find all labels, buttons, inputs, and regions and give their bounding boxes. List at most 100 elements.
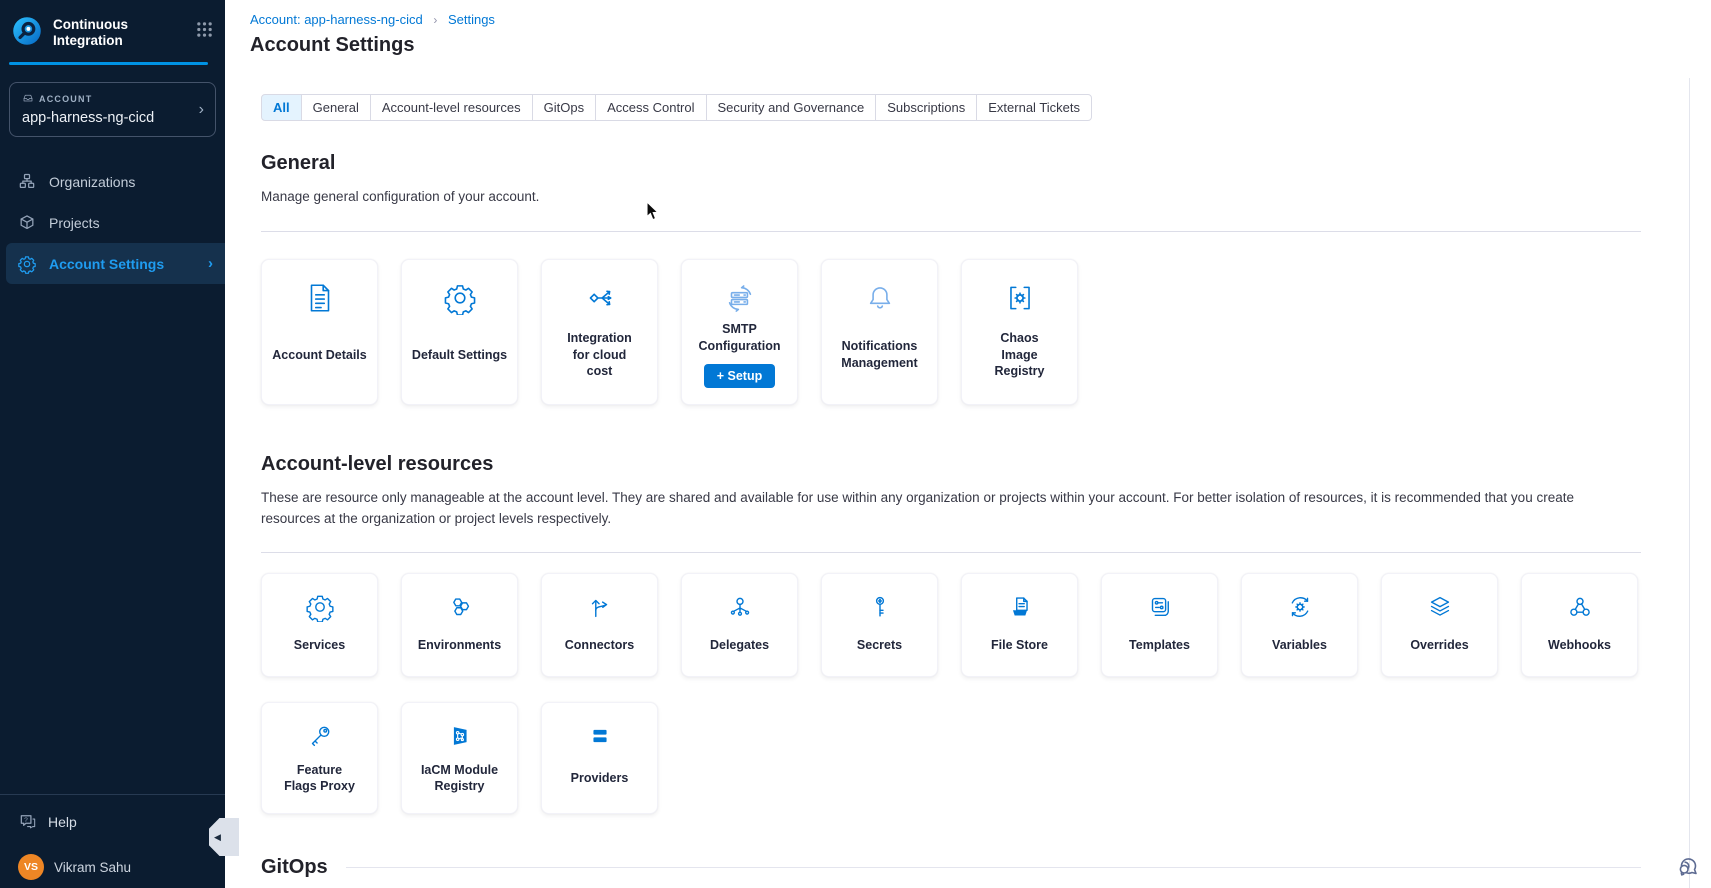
card-label: SMTP Configuration	[692, 321, 788, 354]
card-default-settings[interactable]: Default Settings	[401, 259, 518, 405]
page-header: Account: app-harness-ng-cicd › Settings …	[225, 0, 1711, 57]
card-label: Providers	[571, 770, 629, 787]
chevron-right-icon: ›	[208, 255, 213, 272]
card-providers[interactable]: Providers	[541, 702, 658, 814]
chevron-left-icon: ◀	[214, 832, 221, 843]
help-label: Help	[48, 814, 77, 830]
account-selector[interactable]: ACCOUNT app-harness-ng-cicd ›	[9, 82, 216, 137]
document-icon	[303, 281, 337, 315]
template-stack-icon	[1145, 591, 1175, 623]
sidebar-header: Continuous Integration	[0, 0, 225, 49]
gear-cycle-icon	[1285, 591, 1315, 623]
chat-bubble-icon	[1676, 853, 1703, 880]
sidebar-item-projects[interactable]: Projects	[0, 202, 225, 243]
card-label: Notifications Management	[832, 338, 928, 371]
breadcrumb: Account: app-harness-ng-cicd › Settings	[250, 12, 1687, 27]
smtp-server-icon	[723, 281, 757, 315]
sidebar-nav: Organizations Projects Account Settings …	[0, 161, 225, 284]
gear-icon	[305, 591, 335, 623]
card-label: Variables	[1272, 637, 1327, 654]
card-chaos-image-registry[interactable]: Chaos Image Registry	[961, 259, 1078, 405]
sidebar-footer: ? Help VS Vikram Sahu	[0, 794, 225, 888]
resource-center-button[interactable]	[1676, 853, 1703, 885]
harness-ci-logo-icon	[11, 15, 43, 47]
tab-external-tickets[interactable]: External Tickets	[976, 94, 1092, 121]
card-label: Templates	[1129, 637, 1190, 654]
gear-icon	[443, 281, 477, 315]
integration-icon	[583, 281, 617, 315]
delegate-tree-icon	[725, 591, 755, 623]
breadcrumb-account-link[interactable]: Account: app-harness-ng-cicd	[250, 12, 423, 27]
tab-general[interactable]: General	[301, 94, 371, 121]
bars-icon	[585, 720, 615, 752]
card-label: Secrets	[857, 637, 902, 654]
chaos-registry-icon	[1003, 281, 1037, 315]
module-switcher-icon[interactable]	[196, 15, 213, 43]
card-label: File Store	[991, 637, 1048, 654]
chevron-right-icon: ›	[199, 101, 204, 119]
divider	[346, 867, 1641, 868]
gitops-section-title: GitOps	[261, 856, 328, 879]
resource-cards-row2: Feature Flags Proxy IaCM Module Registry	[261, 702, 1641, 814]
settings-content: All General Account-level resources GitO…	[225, 94, 1711, 879]
gitops-section-header: GitOps	[261, 856, 1641, 879]
hexagons-icon	[445, 591, 475, 623]
general-section-title: General	[261, 152, 1641, 175]
card-account-details[interactable]: Account Details	[261, 259, 378, 405]
account-label: ACCOUNT	[39, 94, 92, 104]
sidebar-item-label: Account Settings	[49, 256, 164, 272]
account-level-section-title: Account-level resources	[261, 453, 1641, 476]
card-label: Default Settings	[412, 347, 507, 364]
card-secrets[interactable]: Secrets	[821, 573, 938, 677]
card-label: Chaos Image Registry	[986, 330, 1054, 380]
card-notifications-management[interactable]: Notifications Management	[821, 259, 938, 405]
card-label: Account Details	[272, 347, 366, 364]
organizations-icon	[17, 172, 37, 192]
sidebar: Continuous Integration ACCOUNT app-harne…	[0, 0, 225, 888]
divider	[261, 552, 1641, 553]
help-button[interactable]: ? Help	[0, 795, 225, 846]
card-smtp-configuration[interactable]: SMTP Configuration + Setup	[681, 259, 798, 405]
card-connectors[interactable]: Connectors	[541, 573, 658, 677]
resource-cards-row1: Services Environments	[261, 573, 1641, 677]
card-label: Connectors	[565, 637, 634, 654]
tab-account-level-resources[interactable]: Account-level resources	[370, 94, 533, 121]
svg-text:?: ?	[24, 817, 28, 824]
breadcrumb-settings-link[interactable]: Settings	[448, 12, 495, 27]
tab-gitops[interactable]: GitOps	[532, 94, 596, 121]
card-variables[interactable]: Variables	[1241, 573, 1358, 677]
sidebar-item-organizations[interactable]: Organizations	[0, 161, 225, 202]
sidebar-item-account-settings[interactable]: Account Settings ›	[6, 243, 225, 284]
user-profile[interactable]: VS Vikram Sahu	[0, 846, 225, 888]
webhook-icon	[1565, 591, 1595, 623]
help-chat-icon: ?	[18, 812, 38, 832]
module-title: Continuous Integration	[53, 15, 186, 49]
card-feature-flags-proxy[interactable]: Feature Flags Proxy	[261, 702, 378, 814]
tab-all[interactable]: All	[261, 94, 302, 121]
card-services[interactable]: Services	[261, 573, 378, 677]
sidebar-item-label: Projects	[49, 215, 100, 231]
tab-subscriptions[interactable]: Subscriptions	[875, 94, 977, 121]
card-templates[interactable]: Templates	[1101, 573, 1218, 677]
tab-security-and-governance[interactable]: Security and Governance	[706, 94, 877, 121]
smtp-setup-button[interactable]: + Setup	[704, 364, 776, 388]
account-level-section-description: These are resource only manageable at th…	[261, 488, 1621, 529]
user-name: Vikram Sahu	[54, 860, 131, 875]
tab-access-control[interactable]: Access Control	[595, 94, 706, 121]
account-scope-icon	[22, 92, 34, 106]
key-diagonal-icon	[305, 720, 335, 752]
card-delegates[interactable]: Delegates	[681, 573, 798, 677]
card-overrides[interactable]: Overrides	[1381, 573, 1498, 677]
scrollbar[interactable]	[1689, 78, 1690, 888]
card-integration-cloud-cost[interactable]: Integration for cloud cost	[541, 259, 658, 405]
card-label: Integration for cloud cost	[566, 330, 634, 380]
card-environments[interactable]: Environments	[401, 573, 518, 677]
gear-icon	[17, 254, 37, 274]
module-flag-icon	[445, 720, 475, 752]
card-label: IaCM Module Registry	[416, 762, 504, 795]
card-file-store[interactable]: File Store	[961, 573, 1078, 677]
card-webhooks[interactable]: Webhooks	[1521, 573, 1638, 677]
main-content: Account: app-harness-ng-cicd › Settings …	[225, 0, 1711, 888]
card-iacm-module-registry[interactable]: IaCM Module Registry	[401, 702, 518, 814]
card-label: Webhooks	[1548, 637, 1611, 654]
